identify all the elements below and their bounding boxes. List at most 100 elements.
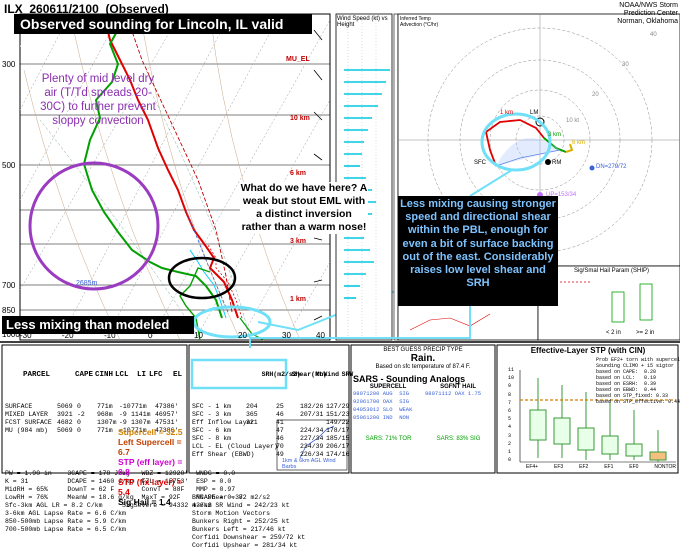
table-cell: MIXED LAYER: [5, 411, 48, 418]
table-cell: 46957': [155, 411, 179, 418]
stp-y-label: 3: [508, 432, 512, 439]
height-label: 10 km: [290, 115, 310, 122]
hodo-label: DN=279/72: [596, 164, 627, 170]
stp-x-label: EF1: [604, 464, 614, 470]
height-label: 6 km: [290, 170, 306, 177]
table-cell: SURFACE: [5, 403, 33, 410]
stp-y-label: 5: [508, 416, 512, 423]
table-cell: 0: [77, 419, 81, 426]
table-cell: MU (984 mb): [5, 427, 48, 434]
ship-panel: [537, 265, 680, 341]
table-cell: 227/34: [300, 435, 324, 442]
hodo-ring-label: 20: [592, 92, 599, 98]
shear-misc-line: Storm Motion Vectors: [192, 510, 271, 517]
ship-title: Sig/Smal Hail Param (SHIP): [574, 268, 650, 274]
table-cell: 321: [246, 419, 258, 426]
table-cell: SFC - 3 km: [192, 411, 232, 418]
stp-y-label: 0: [508, 457, 512, 464]
table-cell: 206/17: [326, 443, 350, 450]
table-cell: 0: [77, 427, 81, 434]
stp-y-label: 2: [508, 440, 512, 447]
stp-legend-line: based on STP_effective: 0.44: [596, 399, 680, 405]
hodo-ring-label: 40: [650, 32, 657, 38]
shear-misc-line: Corfidi Upshear = 281/34 kt: [192, 542, 298, 549]
stp-fix-value: STP (fix layer) = 5.4: [118, 477, 182, 497]
table-cell: LCL - EL (Cloud Layer): [192, 443, 278, 450]
shear-misc-line: Corfidi Downshear = 259/72 kt: [192, 534, 306, 541]
table-cell: SFC - 8 km: [192, 435, 232, 442]
precip-box: BEST GUESS PRECIP TYPE Rain. Based on sf…: [353, 347, 493, 442]
left-supercell-value: Left Supercell = 6.7: [118, 437, 182, 457]
pressure-label: 700: [2, 281, 16, 290]
hodo-label: 3 km: [548, 132, 562, 138]
table-cell: -2: [77, 411, 85, 418]
temp-tick: 30: [282, 331, 291, 340]
supercell-value: Supercell = 32.5: [118, 427, 183, 437]
stp-y-label: 11: [508, 367, 515, 373]
table-cell: 25: [276, 403, 284, 410]
shear-misc-line: 4-6km SR Wind = 242/23 kt: [192, 502, 290, 509]
hodo-label: SFC: [474, 160, 486, 166]
table-row: LCL - EL (Cloud Layer)70 234/39 206/17: [192, 443, 350, 451]
table-cell: Eff Shear (EBWD): [192, 451, 255, 458]
table-cell: 46: [276, 435, 284, 442]
dry-air-annotation: Plenty of mid level dry air (T/Td spread…: [40, 73, 156, 127]
parcel-header: PARCEL CAPE CINH LCL LI LFC EL: [23, 371, 183, 379]
downshear-marker: [589, 165, 595, 171]
sars-hail-match: 98071112 OAX 1.75: [425, 390, 482, 397]
precip-note: Based on sfc temperature of 87.4 F.: [375, 364, 471, 370]
table-cell: 5069: [57, 403, 73, 410]
stp-x-label: EF3: [554, 464, 564, 470]
shear-header: SRH(m2/s2)Shear(kt)MnWind SRW: [261, 371, 354, 378]
table-cell: 204: [246, 403, 258, 410]
table-cell: 185/15: [326, 435, 350, 442]
height-label: 3 km: [290, 238, 306, 245]
stp-x-label: EF0: [629, 464, 639, 470]
sounding-title: Observed sounding for Lincoln, IL valid …: [14, 14, 312, 52]
shear-misc-line: BRN Shear = 82 m2/s2: [192, 494, 271, 501]
table-cell: -9: [119, 419, 127, 426]
table-cell: 46: [276, 411, 284, 418]
table-cell: Eff Inflow Layer: [192, 419, 255, 426]
stp-y-label: 8: [508, 391, 512, 398]
temp-tick: 40: [316, 331, 325, 340]
table-cell: 70: [276, 443, 284, 450]
stp-legend: Prob EF2+ torn with supercell Sounding CL…: [596, 357, 680, 405]
table-cell: 0: [77, 403, 81, 410]
pbl-shear-annotation: Less mixing causing stronger speed and d…: [398, 196, 558, 306]
pressure-label: 500: [2, 161, 16, 170]
stp-x-label: EF2: [579, 464, 589, 470]
temp-tick: 10: [194, 331, 203, 340]
table-cell: 4682: [57, 419, 73, 426]
height-label: 2685m: [76, 280, 98, 287]
hodo-ring-label: 30: [622, 62, 629, 68]
table-cell: 771m: [97, 403, 113, 410]
sars-title: SARS - Sounding Analogs: [353, 374, 466, 384]
temp-tick: 20: [238, 331, 247, 340]
supercell-params: Supercell = 32.5 Left Supercell = 6.7 ST…: [118, 427, 186, 507]
wind-panel-title: Wind Speed (kt) vs Height: [337, 16, 388, 28]
hodo-label: 1 km: [500, 110, 514, 116]
table-cell: 224/34: [300, 427, 324, 434]
table-cell: 771m: [97, 427, 113, 434]
table-cell: 151/23: [326, 411, 350, 418]
sighail-value: Sig Hail = 1.4: [118, 497, 171, 507]
credit: NOAA/NWS Storm Prediction Center Norman,…: [617, 2, 678, 25]
shear-misc-line: Bunkers Left = 217/46 kt: [192, 526, 286, 533]
table-cell: 47386': [155, 403, 179, 410]
parcel-misc-line: 850-500mb Lapse Rate = 5.9 C/km: [5, 518, 126, 525]
parcel-misc-line: 700-500mb Lapse Rate = 6.5 C/km: [5, 526, 126, 533]
table-cell: FCST SURFACE: [5, 419, 52, 426]
table-cell: 1307m: [131, 419, 151, 426]
stp-x-label: NONTOR: [654, 464, 676, 470]
eml-annotation: What do we have here? A weak but stout E…: [240, 182, 368, 234]
stp-xaxis: EF4+ EF3 EF2 EF1 EF0 NONTOR: [526, 464, 676, 470]
slinky-label: 1km & 6km AGL Wind Barbs: [282, 458, 336, 470]
hodo-label: LM: [530, 110, 539, 116]
sars-supercell-match: 05061200 IND NON: [353, 414, 410, 421]
hodo-label: RM: [552, 160, 562, 166]
table-row: SFC - 8 km 46 227/34 185/15: [192, 435, 350, 443]
height-label: 1 km: [290, 296, 306, 303]
shear-table: SRH(m2/s2)Shear(kt)MnWind SRW SFC - 1 km 2…: [192, 347, 354, 558]
table-cell: 127/29: [326, 403, 350, 410]
